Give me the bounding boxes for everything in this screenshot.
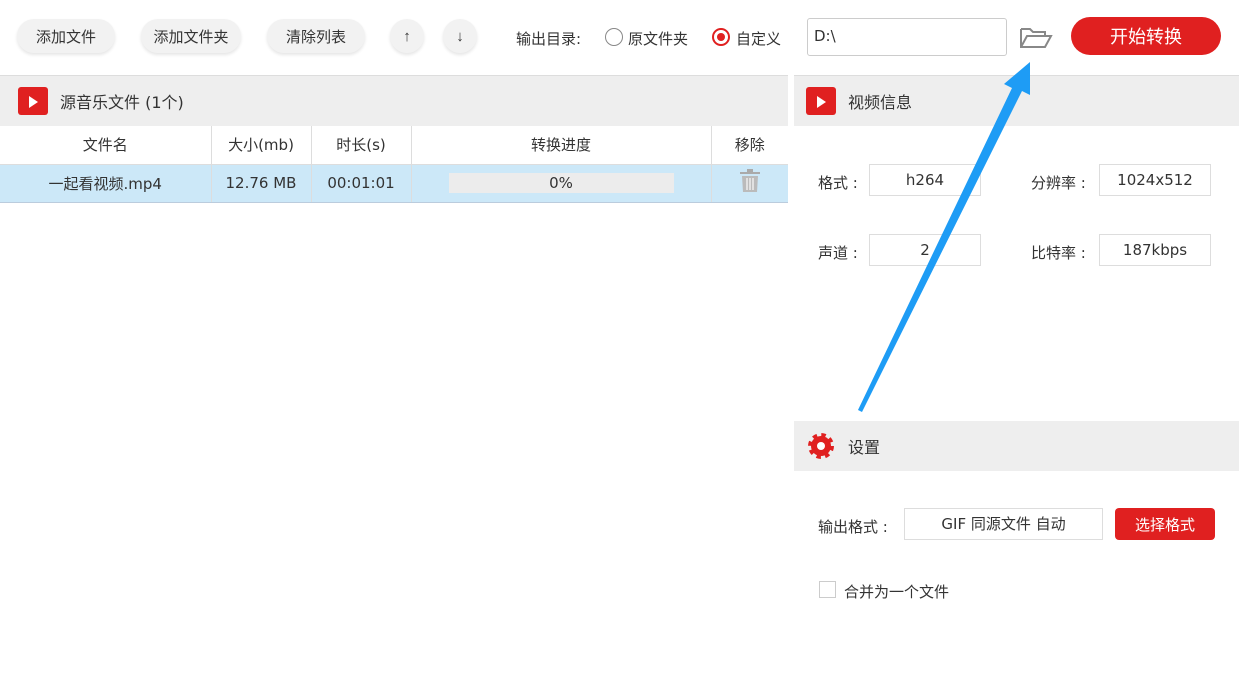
format-label: 格式 : xyxy=(818,174,858,192)
radio-original-folder[interactable] xyxy=(605,28,623,46)
format-field: h264 xyxy=(869,164,981,196)
original-folder-label: 原文件夹 xyxy=(628,30,689,48)
add-folder-button[interactable]: 添加文件夹 xyxy=(141,19,241,53)
output-format-label: 输出格式 : xyxy=(818,518,888,536)
progress-bar: 0% xyxy=(448,173,674,193)
file-list-panel: 源音乐文件 (1个) 文件名 大小(mb) 时长(s) 转换进度 移除 一起看视… xyxy=(0,75,788,687)
channels-field: 2 xyxy=(869,234,981,266)
start-convert-button[interactable]: 开始转换 xyxy=(1071,17,1221,55)
folder-open-icon[interactable] xyxy=(1019,26,1053,50)
file-list-title: 源音乐文件 (1个) xyxy=(60,93,184,112)
custom-label: 自定义 xyxy=(736,30,782,48)
trash-icon[interactable] xyxy=(739,169,761,193)
move-up-button[interactable]: ↑ xyxy=(390,19,424,53)
resolution-field: 1024x512 xyxy=(1099,164,1211,196)
output-dir-label: 输出目录: xyxy=(516,30,582,48)
choose-format-button[interactable]: 选择格式 xyxy=(1115,508,1215,540)
video-info-title: 视频信息 xyxy=(848,93,913,112)
settings-title: 设置 xyxy=(848,438,881,457)
resolution-label: 分辨率 : xyxy=(1031,174,1086,192)
col-name: 文件名 xyxy=(0,126,212,164)
output-path-input[interactable]: D:\ xyxy=(807,18,1007,56)
video-clapper-icon xyxy=(18,87,48,115)
radio-custom[interactable] xyxy=(712,28,730,46)
merge-label: 合并为一个文件 xyxy=(844,583,950,601)
file-name: 一起看视频.mp4 xyxy=(0,163,212,203)
table-row[interactable]: 一起看视频.mp4 12.76 MB 00:01:01 0% xyxy=(0,163,788,203)
merge-checkbox[interactable] xyxy=(819,581,836,598)
col-progress: 转换进度 xyxy=(411,126,712,164)
file-duration: 00:01:01 xyxy=(311,163,412,203)
channels-label: 声道 : xyxy=(818,244,858,262)
bitrate-field: 187kbps xyxy=(1099,234,1211,266)
play-icon xyxy=(806,87,836,115)
file-size: 12.76 MB xyxy=(211,163,312,203)
add-file-button[interactable]: 添加文件 xyxy=(17,19,115,53)
bitrate-label: 比特率 : xyxy=(1031,244,1086,262)
col-remove: 移除 xyxy=(734,136,765,155)
col-duration: 时长(s) xyxy=(311,126,412,164)
output-format-field[interactable]: GIF 同源文件 自动 xyxy=(904,508,1103,540)
move-down-button[interactable]: ↓ xyxy=(443,19,477,53)
clear-list-button[interactable]: 清除列表 xyxy=(267,19,365,53)
col-size: 大小(mb) xyxy=(211,126,312,164)
gear-icon xyxy=(808,433,834,459)
file-table: 文件名 大小(mb) 时长(s) 转换进度 移除 一起看视频.mp4 12.76… xyxy=(0,126,788,203)
